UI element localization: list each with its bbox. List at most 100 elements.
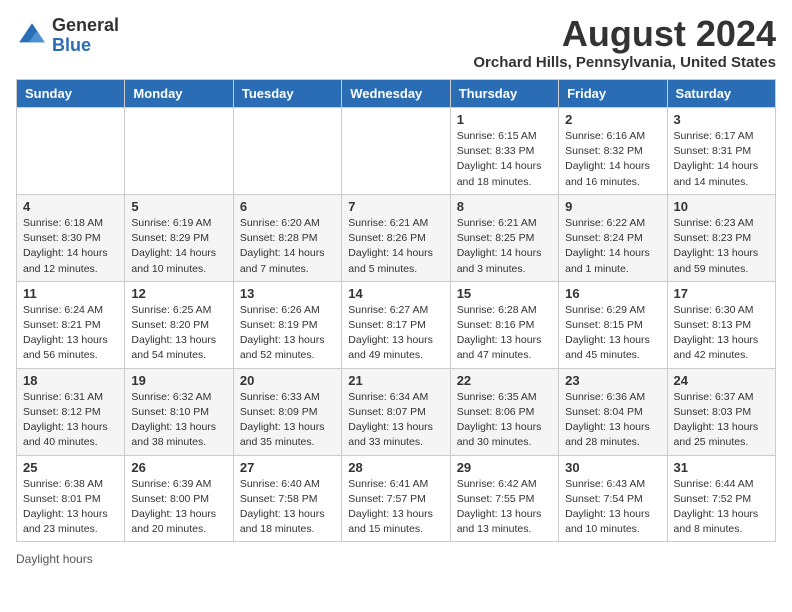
- calendar-cell: 1Sunrise: 6:15 AM Sunset: 8:33 PM Daylig…: [450, 108, 558, 195]
- day-info: Sunrise: 6:34 AM Sunset: 8:07 PM Dayligh…: [348, 390, 443, 451]
- logo-text: General Blue: [52, 16, 119, 56]
- calendar-cell: 29 Sunrise: 6:42 AM Sunset: 7:55 PM Dayli…: [450, 455, 558, 542]
- day-number: 24: [674, 373, 769, 388]
- day-number: 10: [674, 199, 769, 214]
- calendar-cell: 22Sunrise: 6:35 AM Sunset: 8:06 PM Dayli…: [450, 368, 558, 455]
- day-info: Sunrise: 6:27 AM Sunset: 8:17 PM Dayligh…: [348, 303, 443, 364]
- day-number: 16: [565, 286, 660, 301]
- calendar-week-row: 11Sunrise: 6:24 AM Sunset: 8:21 PM Dayli…: [17, 281, 776, 368]
- calendar-cell: 2 Sunrise: 6:16 AM Sunset: 8:32 PM Daylig…: [559, 108, 667, 195]
- day-info: Sunrise: 6:22 AM Sunset: 8:24 PM Dayligh…: [565, 216, 660, 277]
- day-number: 27: [240, 460, 335, 475]
- calendar-cell: [342, 108, 450, 195]
- day-header-saturday: Saturday: [667, 80, 775, 108]
- calendar-cell: 5 Sunrise: 6:19 AM Sunset: 8:29 PM Daylig…: [125, 194, 233, 281]
- month-title: August 2024: [473, 16, 776, 52]
- day-number: 23: [565, 373, 660, 388]
- calendar-cell: 9 Sunrise: 6:22 AM Sunset: 8:24 PM Daylig…: [559, 194, 667, 281]
- day-info: Sunrise: 6:42 AM Sunset: 7:55 PM Dayligh…: [457, 477, 552, 538]
- calendar-cell: 26 Sunrise: 6:39 AM Sunset: 8:00 PM Dayli…: [125, 455, 233, 542]
- day-number: 14: [348, 286, 443, 301]
- day-header-thursday: Thursday: [450, 80, 558, 108]
- calendar-cell: 14 Sunrise: 6:27 AM Sunset: 8:17 PM Dayli…: [342, 281, 450, 368]
- day-number: 8: [457, 199, 552, 214]
- calendar-cell: 11Sunrise: 6:24 AM Sunset: 8:21 PM Dayli…: [17, 281, 125, 368]
- footer: Daylight hours: [16, 552, 776, 566]
- day-number: 31: [674, 460, 769, 475]
- calendar-header-row: SundayMondayTuesdayWednesdayThursdayFrid…: [17, 80, 776, 108]
- logo: General Blue: [16, 16, 119, 56]
- day-number: 4: [23, 199, 118, 214]
- day-info: Sunrise: 6:16 AM Sunset: 8:32 PM Dayligh…: [565, 129, 660, 190]
- calendar-week-row: 18 Sunrise: 6:31 AM Sunset: 8:12 PM Dayli…: [17, 368, 776, 455]
- day-info: Sunrise: 6:37 AM Sunset: 8:03 PM Dayligh…: [674, 390, 769, 451]
- calendar-cell: 31Sunrise: 6:44 AM Sunset: 7:52 PM Dayli…: [667, 455, 775, 542]
- logo-icon: [16, 20, 48, 52]
- calendar-cell: 7 Sunrise: 6:21 AM Sunset: 8:26 PM Daylig…: [342, 194, 450, 281]
- calendar-cell: 28 Sunrise: 6:41 AM Sunset: 7:57 PM Dayli…: [342, 455, 450, 542]
- day-info: Sunrise: 6:19 AM Sunset: 8:29 PM Dayligh…: [131, 216, 226, 277]
- day-number: 5: [131, 199, 226, 214]
- day-number: 13: [240, 286, 335, 301]
- calendar-cell: 4 Sunrise: 6:18 AM Sunset: 8:30 PM Daylig…: [17, 194, 125, 281]
- calendar-week-row: 1Sunrise: 6:15 AM Sunset: 8:33 PM Daylig…: [17, 108, 776, 195]
- day-info: Sunrise: 6:40 AM Sunset: 7:58 PM Dayligh…: [240, 477, 335, 538]
- calendar-cell: 8 Sunrise: 6:21 AM Sunset: 8:25 PM Daylig…: [450, 194, 558, 281]
- calendar-cell: 15 Sunrise: 6:28 AM Sunset: 8:16 PM Dayli…: [450, 281, 558, 368]
- day-info: Sunrise: 6:36 AM Sunset: 8:04 PM Dayligh…: [565, 390, 660, 451]
- day-header-friday: Friday: [559, 80, 667, 108]
- day-number: 26: [131, 460, 226, 475]
- logo-blue: Blue: [52, 35, 91, 55]
- day-number: 6: [240, 199, 335, 214]
- calendar-cell: [17, 108, 125, 195]
- day-number: 15: [457, 286, 552, 301]
- logo-general: General: [52, 15, 119, 35]
- day-header-wednesday: Wednesday: [342, 80, 450, 108]
- day-info: Sunrise: 6:30 AM Sunset: 8:13 PM Dayligh…: [674, 303, 769, 364]
- day-number: 28: [348, 460, 443, 475]
- day-header-tuesday: Tuesday: [233, 80, 341, 108]
- day-info: Sunrise: 6:31 AM Sunset: 8:12 PM Dayligh…: [23, 390, 118, 451]
- calendar-cell: 23 Sunrise: 6:36 AM Sunset: 8:04 PM Dayli…: [559, 368, 667, 455]
- calendar-cell: 20 Sunrise: 6:33 AM Sunset: 8:09 PM Dayli…: [233, 368, 341, 455]
- day-number: 2: [565, 112, 660, 127]
- day-info: Sunrise: 6:25 AM Sunset: 8:20 PM Dayligh…: [131, 303, 226, 364]
- day-info: Sunrise: 6:20 AM Sunset: 8:28 PM Dayligh…: [240, 216, 335, 277]
- day-info: Sunrise: 6:28 AM Sunset: 8:16 PM Dayligh…: [457, 303, 552, 364]
- day-number: 21: [348, 373, 443, 388]
- calendar-cell: 24 Sunrise: 6:37 AM Sunset: 8:03 PM Dayli…: [667, 368, 775, 455]
- calendar-cell: 17 Sunrise: 6:30 AM Sunset: 8:13 PM Dayli…: [667, 281, 775, 368]
- calendar-cell: 13 Sunrise: 6:26 AM Sunset: 8:19 PM Dayli…: [233, 281, 341, 368]
- calendar-cell: 27 Sunrise: 6:40 AM Sunset: 7:58 PM Dayli…: [233, 455, 341, 542]
- day-info: Sunrise: 6:24 AM Sunset: 8:21 PM Dayligh…: [23, 303, 118, 364]
- day-number: 18: [23, 373, 118, 388]
- calendar-week-row: 25Sunrise: 6:38 AM Sunset: 8:01 PM Dayli…: [17, 455, 776, 542]
- day-number: 7: [348, 199, 443, 214]
- day-info: Sunrise: 6:21 AM Sunset: 8:25 PM Dayligh…: [457, 216, 552, 277]
- day-info: Sunrise: 6:33 AM Sunset: 8:09 PM Dayligh…: [240, 390, 335, 451]
- calendar-cell: 25Sunrise: 6:38 AM Sunset: 8:01 PM Dayli…: [17, 455, 125, 542]
- day-number: 20: [240, 373, 335, 388]
- day-info: Sunrise: 6:26 AM Sunset: 8:19 PM Dayligh…: [240, 303, 335, 364]
- day-number: 17: [674, 286, 769, 301]
- calendar-cell: 30Sunrise: 6:43 AM Sunset: 7:54 PM Dayli…: [559, 455, 667, 542]
- day-info: Sunrise: 6:32 AM Sunset: 8:10 PM Dayligh…: [131, 390, 226, 451]
- page-header: General Blue August 2024 Orchard Hills, …: [16, 16, 776, 71]
- day-info: Sunrise: 6:18 AM Sunset: 8:30 PM Dayligh…: [23, 216, 118, 277]
- day-header-sunday: Sunday: [17, 80, 125, 108]
- calendar-cell: 12Sunrise: 6:25 AM Sunset: 8:20 PM Dayli…: [125, 281, 233, 368]
- day-info: Sunrise: 6:23 AM Sunset: 8:23 PM Dayligh…: [674, 216, 769, 277]
- day-info: Sunrise: 6:29 AM Sunset: 8:15 PM Dayligh…: [565, 303, 660, 364]
- title-area: August 2024 Orchard Hills, Pennsylvania,…: [473, 16, 776, 71]
- day-info: Sunrise: 6:39 AM Sunset: 8:00 PM Dayligh…: [131, 477, 226, 538]
- day-number: 30: [565, 460, 660, 475]
- day-info: Sunrise: 6:21 AM Sunset: 8:26 PM Dayligh…: [348, 216, 443, 277]
- calendar-cell: 10 Sunrise: 6:23 AM Sunset: 8:23 PM Dayli…: [667, 194, 775, 281]
- day-info: Sunrise: 6:35 AM Sunset: 8:06 PM Dayligh…: [457, 390, 552, 451]
- day-info: Sunrise: 6:41 AM Sunset: 7:57 PM Dayligh…: [348, 477, 443, 538]
- day-number: 29: [457, 460, 552, 475]
- day-number: 19: [131, 373, 226, 388]
- day-number: 9: [565, 199, 660, 214]
- calendar-cell: [233, 108, 341, 195]
- day-header-monday: Monday: [125, 80, 233, 108]
